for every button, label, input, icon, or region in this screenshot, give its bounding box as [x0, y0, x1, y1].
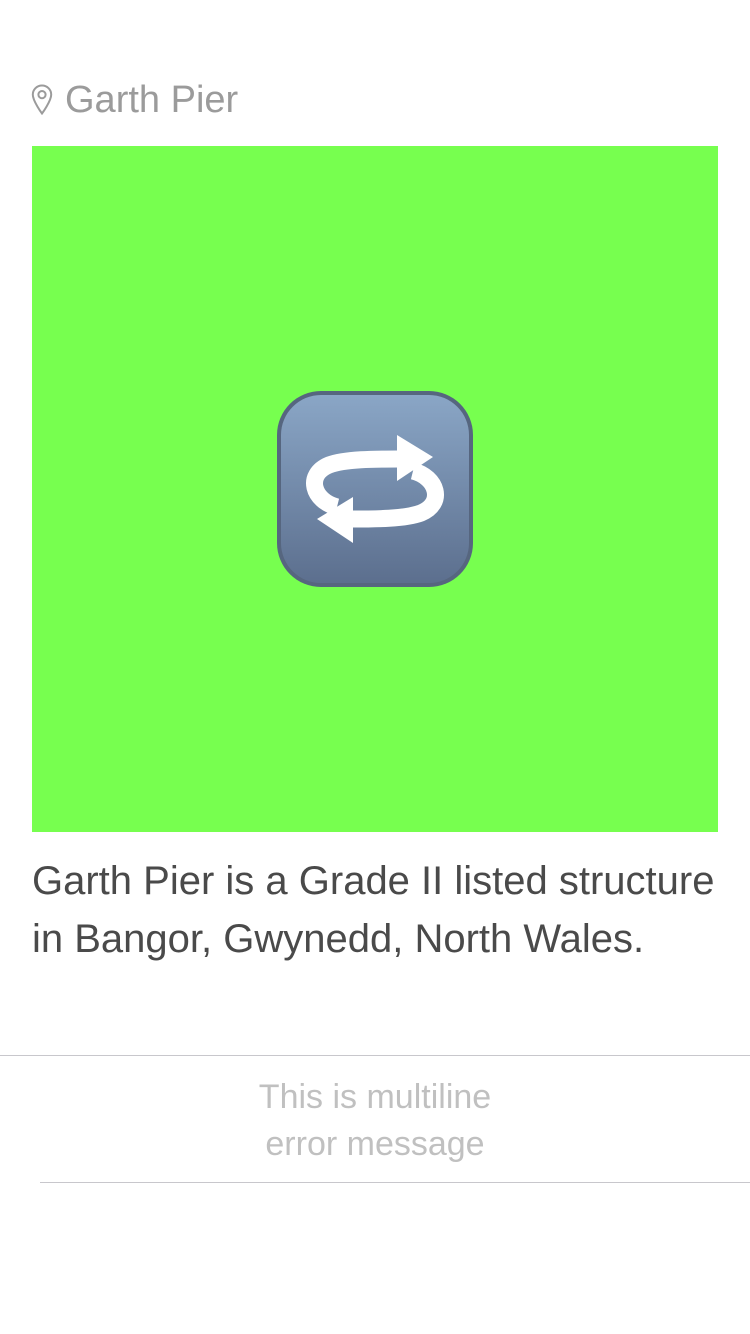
- place-image: [32, 146, 718, 832]
- place-description: Garth Pier is a Grade II listed structur…: [32, 859, 715, 961]
- location-header: Garth Pier: [31, 76, 238, 124]
- error-line-1: This is multiline: [258, 1078, 492, 1116]
- location-pin-icon: [31, 84, 53, 116]
- location-name: Garth Pier: [65, 79, 239, 121]
- error-line-2: error message: [265, 1125, 485, 1163]
- divider: [40, 1182, 750, 1183]
- error-message: This is multiline error message: [0, 1074, 750, 1168]
- divider: [0, 1055, 750, 1056]
- repeat-icon: [277, 391, 473, 587]
